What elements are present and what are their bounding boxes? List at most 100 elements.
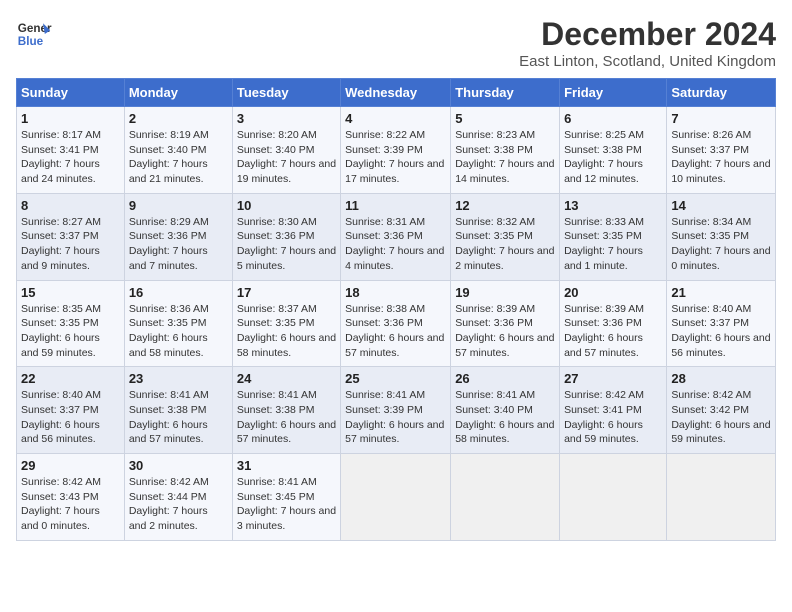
day-number: 25 — [345, 371, 446, 386]
day-number: 9 — [129, 198, 228, 213]
cell-info: Sunrise: 8:34 AM Sunset: 3:35 PM Dayligh… — [671, 216, 770, 272]
cell-info: Sunrise: 8:41 AM Sunset: 3:40 PM Dayligh… — [455, 389, 554, 445]
calendar-cell: 6Sunrise: 8:25 AM Sunset: 3:38 PM Daylig… — [560, 107, 667, 194]
cell-info: Sunrise: 8:17 AM Sunset: 3:41 PM Dayligh… — [21, 129, 101, 185]
cell-info: Sunrise: 8:27 AM Sunset: 3:37 PM Dayligh… — [21, 216, 101, 272]
cell-info: Sunrise: 8:40 AM Sunset: 3:37 PM Dayligh… — [21, 389, 101, 445]
cell-info: Sunrise: 8:31 AM Sunset: 3:36 PM Dayligh… — [345, 216, 444, 272]
cell-info: Sunrise: 8:32 AM Sunset: 3:35 PM Dayligh… — [455, 216, 554, 272]
day-number: 14 — [671, 198, 771, 213]
calendar-cell — [451, 454, 560, 541]
calendar-cell: 27 Sunrise: 8:42 AM Sunset: 3:41 PM Dayli… — [560, 367, 667, 454]
calendar-cell: 7 Sunrise: 8:26 AM Sunset: 3:37 PM Daylig… — [667, 107, 776, 194]
calendar-cell: 8Sunrise: 8:27 AM Sunset: 3:37 PM Daylig… — [17, 193, 125, 280]
day-number: 29 — [21, 458, 120, 473]
logo-icon: General Blue — [16, 16, 52, 52]
cell-info: Sunrise: 8:19 AM Sunset: 3:40 PM Dayligh… — [129, 129, 209, 185]
day-number: 7 — [671, 111, 771, 126]
calendar-cell: 15 Sunrise: 8:35 AM Sunset: 3:35 PM Dayli… — [17, 280, 125, 367]
calendar-cell: 14 Sunrise: 8:34 AM Sunset: 3:35 PM Dayli… — [667, 193, 776, 280]
svg-text:Blue: Blue — [18, 35, 44, 48]
day-number: 10 — [237, 198, 336, 213]
day-number: 18 — [345, 285, 446, 300]
calendar-header-row: SundayMondayTuesdayWednesdayThursdayFrid… — [17, 79, 776, 107]
day-header-saturday: Saturday — [667, 79, 776, 107]
calendar-cell: 31 Sunrise: 8:41 AM Sunset: 3:45 PM Dayli… — [232, 454, 340, 541]
calendar-cell: 28 Sunrise: 8:42 AM Sunset: 3:42 PM Dayli… — [667, 367, 776, 454]
day-number: 27 — [564, 371, 662, 386]
day-number: 26 — [455, 371, 555, 386]
day-number: 11 — [345, 198, 446, 213]
calendar-cell — [341, 454, 451, 541]
day-header-sunday: Sunday — [17, 79, 125, 107]
calendar-cell: 1 Sunrise: 8:17 AM Sunset: 3:41 PM Daylig… — [17, 107, 125, 194]
day-number: 16 — [129, 285, 228, 300]
calendar-cell — [667, 454, 776, 541]
cell-info: Sunrise: 8:26 AM Sunset: 3:37 PM Dayligh… — [671, 129, 770, 185]
day-number: 1 — [21, 111, 120, 126]
calendar-week-row: 8Sunrise: 8:27 AM Sunset: 3:37 PM Daylig… — [17, 193, 776, 280]
day-number: 15 — [21, 285, 120, 300]
location: East Linton, Scotland, United Kingdom — [519, 53, 776, 70]
calendar-cell: 26 Sunrise: 8:41 AM Sunset: 3:40 PM Dayli… — [451, 367, 560, 454]
day-number: 17 — [237, 285, 336, 300]
calendar-cell: 12Sunrise: 8:32 AM Sunset: 3:35 PM Dayli… — [451, 193, 560, 280]
cell-info: Sunrise: 8:37 AM Sunset: 3:35 PM Dayligh… — [237, 303, 336, 359]
day-header-wednesday: Wednesday — [341, 79, 451, 107]
day-number: 28 — [671, 371, 771, 386]
day-number: 30 — [129, 458, 228, 473]
calendar-cell: 10Sunrise: 8:30 AM Sunset: 3:36 PM Dayli… — [232, 193, 340, 280]
cell-info: Sunrise: 8:42 AM Sunset: 3:43 PM Dayligh… — [21, 476, 101, 532]
day-number: 2 — [129, 111, 228, 126]
cell-info: Sunrise: 8:41 AM Sunset: 3:45 PM Dayligh… — [237, 476, 336, 532]
day-number: 23 — [129, 371, 228, 386]
cell-info: Sunrise: 8:38 AM Sunset: 3:36 PM Dayligh… — [345, 303, 444, 359]
calendar-cell: 21 Sunrise: 8:40 AM Sunset: 3:37 PM Dayli… — [667, 280, 776, 367]
calendar-table: SundayMondayTuesdayWednesdayThursdayFrid… — [16, 78, 776, 541]
cell-info: Sunrise: 8:29 AM Sunset: 3:36 PM Dayligh… — [129, 216, 209, 272]
month-title: December 2024 — [519, 16, 776, 53]
cell-info: Sunrise: 8:41 AM Sunset: 3:38 PM Dayligh… — [129, 389, 209, 445]
cell-info: Sunrise: 8:40 AM Sunset: 3:37 PM Dayligh… — [671, 303, 770, 359]
day-number: 31 — [237, 458, 336, 473]
calendar-cell: 16 Sunrise: 8:36 AM Sunset: 3:35 PM Dayli… — [124, 280, 232, 367]
day-header-monday: Monday — [124, 79, 232, 107]
cell-info: Sunrise: 8:42 AM Sunset: 3:41 PM Dayligh… — [564, 389, 644, 445]
day-header-tuesday: Tuesday — [232, 79, 340, 107]
title-block: December 2024 East Linton, Scotland, Uni… — [519, 16, 776, 70]
cell-info: Sunrise: 8:42 AM Sunset: 3:42 PM Dayligh… — [671, 389, 770, 445]
cell-info: Sunrise: 8:25 AM Sunset: 3:38 PM Dayligh… — [564, 129, 644, 185]
cell-info: Sunrise: 8:41 AM Sunset: 3:39 PM Dayligh… — [345, 389, 444, 445]
day-number: 19 — [455, 285, 555, 300]
day-header-friday: Friday — [560, 79, 667, 107]
calendar-cell: 17 Sunrise: 8:37 AM Sunset: 3:35 PM Dayli… — [232, 280, 340, 367]
cell-info: Sunrise: 8:23 AM Sunset: 3:38 PM Dayligh… — [455, 129, 554, 185]
logo: General Blue — [16, 16, 52, 52]
calendar-cell: 20Sunrise: 8:39 AM Sunset: 3:36 PM Dayli… — [560, 280, 667, 367]
day-number: 21 — [671, 285, 771, 300]
calendar-cell: 9 Sunrise: 8:29 AM Sunset: 3:36 PM Daylig… — [124, 193, 232, 280]
calendar-cell: 22Sunrise: 8:40 AM Sunset: 3:37 PM Dayli… — [17, 367, 125, 454]
calendar-cell: 5 Sunrise: 8:23 AM Sunset: 3:38 PM Daylig… — [451, 107, 560, 194]
calendar-week-row: 1 Sunrise: 8:17 AM Sunset: 3:41 PM Daylig… — [17, 107, 776, 194]
cell-info: Sunrise: 8:35 AM Sunset: 3:35 PM Dayligh… — [21, 303, 101, 359]
cell-info: Sunrise: 8:20 AM Sunset: 3:40 PM Dayligh… — [237, 129, 336, 185]
calendar-cell: 23 Sunrise: 8:41 AM Sunset: 3:38 PM Dayli… — [124, 367, 232, 454]
calendar-cell: 2 Sunrise: 8:19 AM Sunset: 3:40 PM Daylig… — [124, 107, 232, 194]
day-number: 5 — [455, 111, 555, 126]
calendar-week-row: 22Sunrise: 8:40 AM Sunset: 3:37 PM Dayli… — [17, 367, 776, 454]
calendar-cell: 13Sunrise: 8:33 AM Sunset: 3:35 PM Dayli… — [560, 193, 667, 280]
calendar-cell: 24Sunrise: 8:41 AM Sunset: 3:38 PM Dayli… — [232, 367, 340, 454]
day-number: 3 — [237, 111, 336, 126]
calendar-cell: 29 Sunrise: 8:42 AM Sunset: 3:43 PM Dayli… — [17, 454, 125, 541]
day-number: 4 — [345, 111, 446, 126]
cell-info: Sunrise: 8:39 AM Sunset: 3:36 PM Dayligh… — [455, 303, 554, 359]
day-header-thursday: Thursday — [451, 79, 560, 107]
calendar-cell: 25 Sunrise: 8:41 AM Sunset: 3:39 PM Dayli… — [341, 367, 451, 454]
calendar-week-row: 29 Sunrise: 8:42 AM Sunset: 3:43 PM Dayli… — [17, 454, 776, 541]
calendar-cell — [560, 454, 667, 541]
cell-info: Sunrise: 8:41 AM Sunset: 3:38 PM Dayligh… — [237, 389, 336, 445]
cell-info: Sunrise: 8:36 AM Sunset: 3:35 PM Dayligh… — [129, 303, 209, 359]
calendar-cell: 3 Sunrise: 8:20 AM Sunset: 3:40 PM Daylig… — [232, 107, 340, 194]
cell-info: Sunrise: 8:42 AM Sunset: 3:44 PM Dayligh… — [129, 476, 209, 532]
